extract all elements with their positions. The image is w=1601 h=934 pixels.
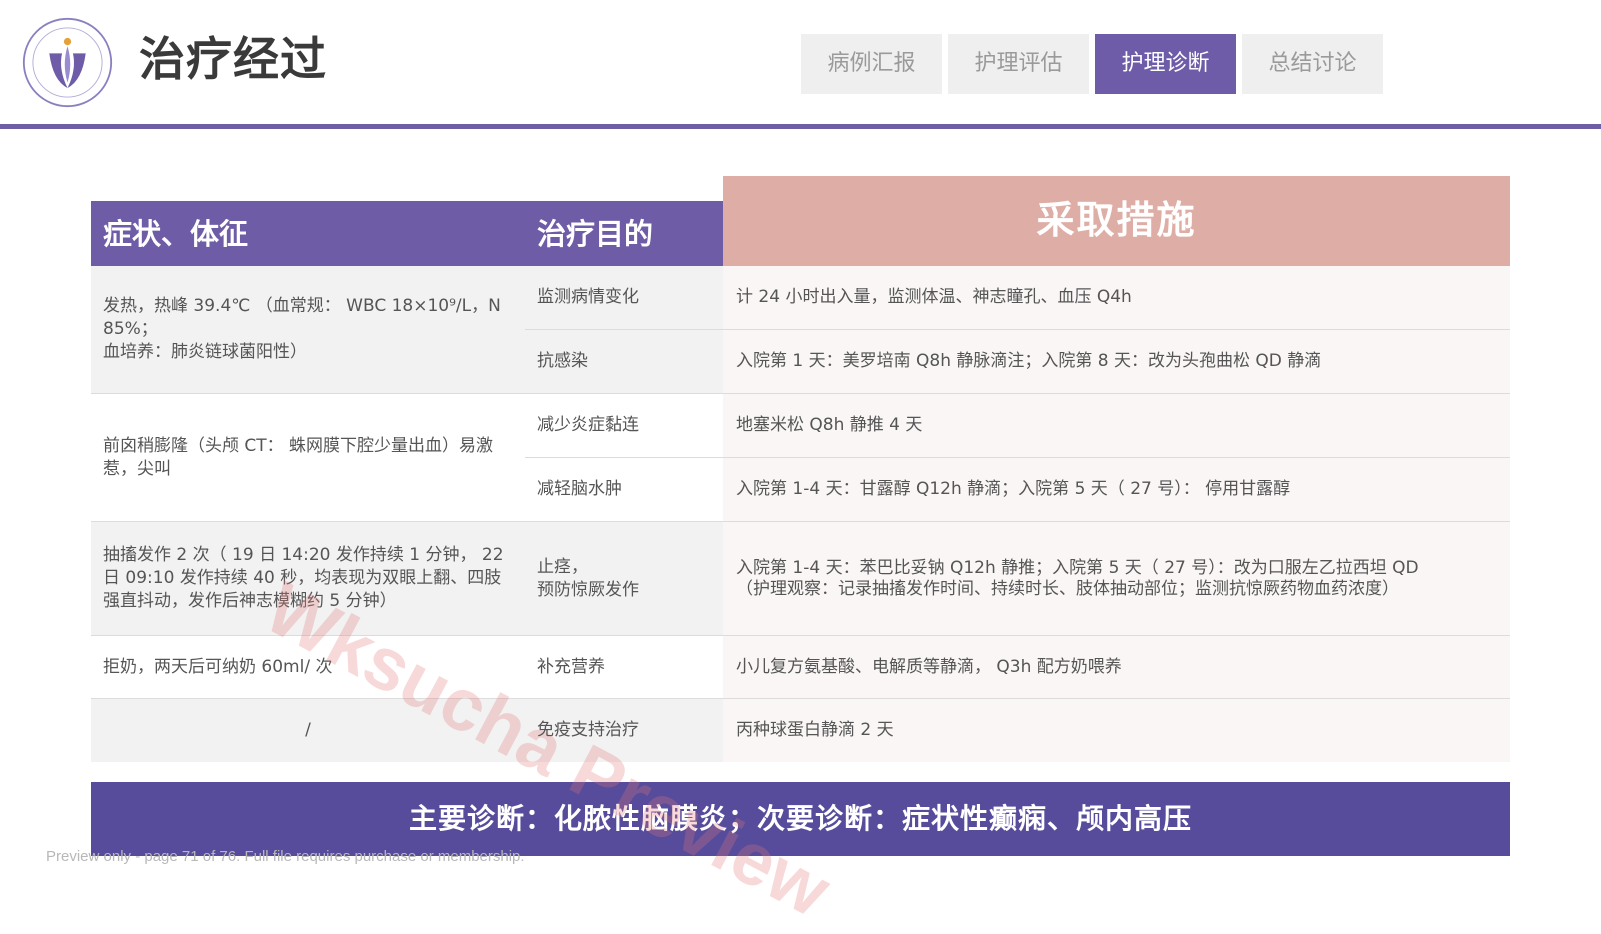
table-row: 减少炎症黏连 地塞米松 Q8h 静推 4 天: [525, 394, 1510, 458]
goal-cell: 抗感染: [537, 351, 588, 371]
tab-nursing-assessment[interactable]: 护理评估: [948, 34, 1089, 94]
table-row-group: 拒奶，两天后可纳奶 60ml/ 次 补充营养 小儿复方氨基酸、电解质等静滴， Q…: [91, 636, 1510, 699]
symptom-text: 抽搐发作 2 次（ 19 日 14:20 发作持续 1 分钟， 22 日 09:…: [103, 545, 504, 611]
tab-nursing-diagnosis[interactable]: 护理诊断: [1095, 34, 1236, 94]
column-header-measures: 采取措施: [723, 176, 1510, 266]
measure-cell: 入院第 1 天：美罗培南 Q8h 静脉滴注；入院第 8 天：改为头孢曲松 QD …: [723, 330, 1510, 393]
preview-note: Preview only - page 71 of 76. Full file …: [46, 848, 525, 865]
symptom-text: 发热，热峰 39.4℃ （血常规： WBC 18×10⁹/L，N 85%； 血培…: [103, 296, 501, 362]
measure-cell: 小儿复方氨基酸、电解质等静滴， Q3h 配方奶喂养: [723, 636, 1510, 698]
table-row-group: 前囟稍膨隆（头颅 CT： 蛛网膜下腔少量出血）易激惹，尖叫 减少炎症黏连 地塞米…: [91, 394, 1510, 522]
table-row-group: / 免疫支持治疗 丙种球蛋白静滴 2 天: [91, 699, 1510, 762]
treatment-table: 症状、体征 治疗目的 采取措施 发热，热峰 39.4℃ （血常规： WBC 18…: [91, 176, 1510, 762]
measure-cell: 入院第 1-4 天：甘露醇 Q12h 静滴；入院第 5 天（ 27 号）： 停用…: [723, 458, 1510, 521]
goal-cell: 监测病情变化: [537, 287, 639, 307]
goal-cell: 减轻脑水肿: [537, 479, 622, 499]
page-title: 治疗经过: [139, 32, 327, 86]
table-row: 监测病情变化 计 24 小时出入量，监测体温、神志瞳孔、血压 Q4h: [525, 266, 1510, 330]
goal-cell: 补充营养: [537, 656, 605, 677]
column-header-goals: 治疗目的: [537, 217, 654, 251]
table-row: 免疫支持治疗 丙种球蛋白静滴 2 天: [525, 699, 1510, 762]
table-row: 抗感染 入院第 1 天：美罗培南 Q8h 静脉滴注；入院第 8 天：改为头孢曲松…: [525, 330, 1510, 393]
symptom-cell: /: [91, 699, 525, 762]
goal-cell: 止痉， 预防惊厥发作: [537, 556, 639, 600]
table-row: 减轻脑水肿 入院第 1-4 天：甘露醇 Q12h 静滴；入院第 5 天（ 27 …: [525, 458, 1510, 521]
header-divider: [0, 124, 1601, 129]
symptom-cell: 发热，热峰 39.4℃ （血常规： WBC 18×10⁹/L，N 85%； 血培…: [91, 266, 525, 393]
table-header: 症状、体征 治疗目的 采取措施: [91, 176, 1510, 266]
goal-cell: 免疫支持治疗: [537, 720, 639, 740]
measure-cell: 丙种球蛋白静滴 2 天: [723, 699, 1510, 762]
measure-cell: 计 24 小时出入量，监测体温、神志瞳孔、血压 Q4h: [723, 266, 1510, 329]
table-row-group: 抽搐发作 2 次（ 19 日 14:20 发作持续 1 分钟， 22 日 09:…: [91, 522, 1510, 636]
symptom-text: 拒奶，两天后可纳奶 60ml/ 次: [103, 656, 333, 677]
symptom-cell: 拒奶，两天后可纳奶 60ml/ 次: [91, 636, 525, 698]
symptom-cell: 前囟稍膨隆（头颅 CT： 蛛网膜下腔少量出血）易激惹，尖叫: [91, 394, 525, 521]
tab-case-report[interactable]: 病例汇报: [801, 34, 942, 94]
measure-cell: 地塞米松 Q8h 静推 4 天: [723, 394, 1510, 457]
table-row: 止痉， 预防惊厥发作 入院第 1-4 天：苯巴比妥钠 Q12h 静推；入院第 5…: [525, 522, 1510, 635]
symptom-text: 前囟稍膨隆（头颅 CT： 蛛网膜下腔少量出血）易激惹，尖叫: [103, 435, 494, 479]
symptom-text: /: [305, 720, 311, 740]
diagnosis-banner: 主要诊断：化脓性脑膜炎；次要诊断：症状性癫痫、颅内高压: [91, 782, 1510, 856]
hospital-logo-icon: [22, 17, 113, 108]
section-nav: 病例汇报 护理评估 护理诊断 总结讨论: [801, 34, 1383, 94]
column-header-symptoms: 症状、体征: [103, 217, 249, 251]
symptom-cell: 抽搐发作 2 次（ 19 日 14:20 发作持续 1 分钟， 22 日 09:…: [91, 522, 525, 635]
table-row: 补充营养 小儿复方氨基酸、电解质等静滴， Q3h 配方奶喂养: [525, 636, 1510, 698]
table-row-group: 发热，热峰 39.4℃ （血常规： WBC 18×10⁹/L，N 85%； 血培…: [91, 266, 1510, 394]
tab-summary-discussion[interactable]: 总结讨论: [1242, 34, 1383, 94]
measure-cell: 入院第 1-4 天：苯巴比妥钠 Q12h 静推；入院第 5 天（ 27 号）：改…: [723, 522, 1510, 635]
goal-cell: 减少炎症黏连: [537, 415, 639, 435]
